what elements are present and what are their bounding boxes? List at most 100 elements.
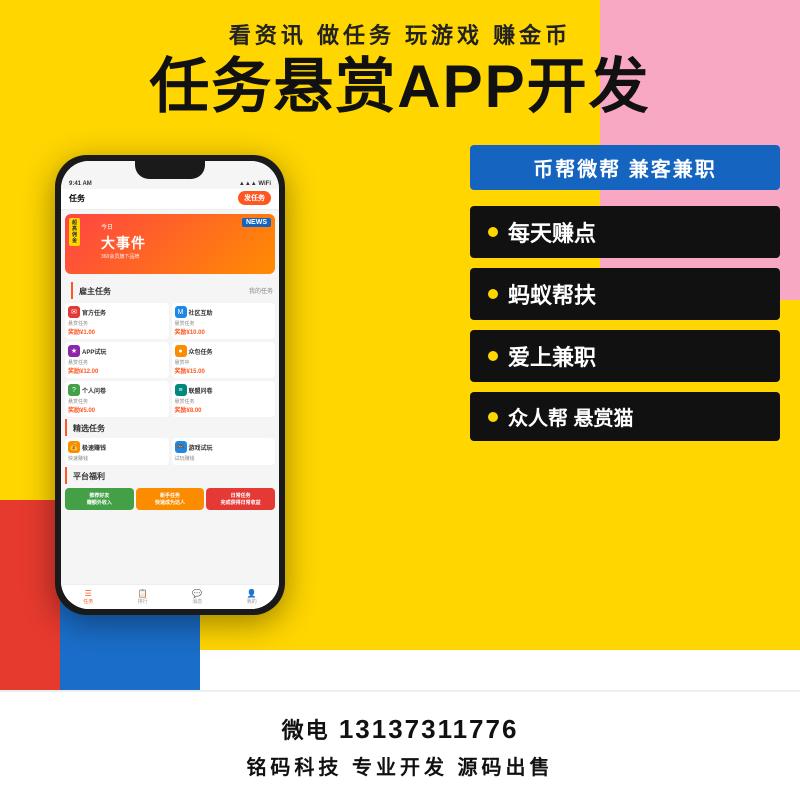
top-header: 看资讯 做任务 玩游戏 赚金币 任务悬赏APP开发 [0,0,800,120]
task-icon-6: ≡ [175,384,187,396]
selected-section-title: 精选任务 [65,419,275,436]
task-card-3[interactable]: ★ APP试玩 悬赏任务 奖励¥12.00 [65,342,169,378]
bottom-footer: 微电 13137311776 铭码科技 专业开发 源码出售 [0,690,800,800]
profile-nav-icon: 👤 [227,589,278,598]
platform-cards: 推荐好友赚额外收入 新手任务快速成为达人 日常任务完成获得日常收益 [65,488,275,510]
phone-bottom-nav: ☰ 任务 📋 排行 💬 消息 👤 我的 [61,584,279,609]
footer-phone-label: 微电 [282,718,330,743]
selected-task-1[interactable]: 💰 极速赚钱 快速赚钱 [65,438,169,465]
task-reward-6: 奖励¥8.00 [175,405,273,414]
nav-item-rank[interactable]: 📋 排行 [116,587,171,607]
selected-icon-1: 💰 [68,441,80,453]
platform-card-3[interactable]: 日常任务完成获得日常收益 [206,488,275,510]
task-sub-6: 悬赏任务 [175,398,273,405]
nav-item-msg[interactable]: 💬 消息 [170,587,225,607]
footer-phone-number: 13137311776 [339,714,519,744]
rank-nav-label: 排行 [138,599,148,605]
platform-card-label-1: 推荐好友赚额外收入 [67,492,132,506]
feature-label-3: 爱上兼职 [508,340,596,372]
dot-icon-3 [488,351,498,361]
feature-label-2: 蚂蚁帮扶 [508,278,596,310]
selected-icon-2: 🎮 [175,441,187,453]
selected-task-2[interactable]: 🎮 游戏试玩 试玩赚钱 [172,438,276,465]
phone-signal: ▲▲▲ WiFi [239,181,271,187]
nav-item-tasks[interactable]: ☰ 任务 [61,587,116,607]
tasks-nav-icon: ☰ [63,589,114,598]
task-title-1: 官方任务 [82,308,106,317]
task-reward-2: 奖励¥10.00 [175,327,273,336]
task-reward-5: 奖励¥5.00 [68,405,166,414]
subtitle-box: 币帮微帮 兼客兼职 [470,145,780,190]
task-reward-3: 奖励¥12.00 [68,366,166,375]
feature-item-2: 蚂蚁帮扶 [470,268,780,320]
employer-section-title: 雇主任务 [71,282,117,299]
selected-title-2: 游戏试玩 [189,443,213,452]
task-card-1[interactable]: ✉ 官方任务 悬赏任务 奖励¥1.00 [65,303,169,339]
platform-section-title: 平台福利 [65,467,275,484]
phone-post-button[interactable]: 发任务 [238,191,271,205]
banner-news-label: NEWS [242,218,271,227]
task-icon-2: M [175,306,187,318]
platform-card-2[interactable]: 新手任务快速成为达人 [136,488,205,510]
right-panel: 币帮微帮 兼客兼职 每天赚点 蚂蚁帮扶 爱上兼职 众人帮 悬赏猫 [470,145,780,451]
platform-section: 推荐好友赚额外收入 新手任务快速成为达人 日常任务完成获得日常收益 [61,486,279,512]
banner-big-text: 大事件 [101,233,267,253]
task-icon-4: ● [175,345,187,357]
banner-gold-badge: 超高佣金 [69,218,80,246]
phone-notch [135,161,205,179]
phone-screen: 9:41 AM ▲▲▲ WiFi 任务 发任务 超高佣金 NEWS 今日 [61,161,279,609]
tasks-nav-label: 任务 [83,599,93,605]
msg-nav-icon: 💬 [172,589,223,598]
phone-container: 9:41 AM ▲▲▲ WiFi 任务 发任务 超高佣金 NEWS 今日 [55,155,285,615]
msg-nav-label: 消息 [192,599,202,605]
task-grid: ✉ 官方任务 悬赏任务 奖励¥1.00 M 社区互助 [61,303,279,417]
banner-sub: 360会员旗下品牌 [101,253,267,260]
feature-item-1: 每天赚点 [470,206,780,258]
selected-sub-1: 快速赚钱 [68,455,166,462]
task-card-4[interactable]: ● 众包任务 悬赏中 奖励¥15.00 [172,342,276,378]
feature-label-4: 众人帮 悬赏猫 [508,402,634,431]
page-wrapper: 看资讯 做任务 玩游戏 赚金币 任务悬赏APP开发 币帮微帮 兼客兼职 每天赚点… [0,0,800,800]
tagline: 看资讯 做任务 玩游戏 赚金币 [0,18,800,50]
task-sub-4: 悬赏中 [175,359,273,366]
task-title-5: 个人问卷 [82,386,106,395]
task-title-2: 社区互助 [189,308,213,317]
selected-task-grid: 💰 极速赚钱 快速赚钱 🎮 游戏试玩 试玩赚钱 [61,438,279,465]
phone-time: 9:41 AM [69,181,92,187]
platform-card-label-2: 新手任务快速成为达人 [138,492,203,506]
dot-icon-4 [488,412,498,422]
task-title-6: 联盟问卷 [189,386,213,395]
feature-label-1: 每天赚点 [508,216,596,248]
profile-nav-label: 我的 [247,599,257,605]
task-icon-3: ★ [68,345,80,357]
task-sub-5: 悬赏任务 [68,398,166,405]
feature-item-4: 众人帮 悬赏猫 [470,392,780,441]
task-card-5[interactable]: ? 个人问卷 悬赏任务 奖励¥5.00 [65,381,169,417]
task-sub-2: 悬赏任务 [175,320,273,327]
task-icon-5: ? [68,384,80,396]
task-card-6[interactable]: ≡ 联盟问卷 悬赏任务 奖励¥8.00 [172,381,276,417]
task-sub-3: 悬赏任务 [68,359,166,366]
task-sub-1: 悬赏任务 [68,320,166,327]
selected-title-1: 极速赚钱 [82,443,106,452]
rank-nav-icon: 📋 [118,589,169,598]
task-reward-4: 奖励¥15.00 [175,366,273,375]
dot-icon-1 [488,227,498,237]
nav-item-profile[interactable]: 👤 我的 [225,587,280,607]
platform-card-label-3: 日常任务完成获得日常收益 [208,492,273,506]
task-icon-1: ✉ [68,306,80,318]
platform-card-1[interactable]: 推荐好友赚额外收入 [65,488,134,510]
task-title-4: 众包任务 [189,347,213,356]
my-tasks-label: 我的任务 [249,286,273,295]
footer-phone: 微电 13137311776 [282,713,519,745]
dot-icon-2 [488,289,498,299]
selected-sub-2: 试玩赚钱 [175,455,273,462]
phone-banner: 超高佣金 NEWS 今日 大事件 360会员旗下品牌 [65,214,275,274]
phone-nav-bar: 任务 发任务 [61,189,279,210]
task-card-2[interactable]: M 社区互助 悬赏任务 奖励¥10.00 [172,303,276,339]
phone-nav-title: 任务 [69,193,85,204]
phone-inner: 9:41 AM ▲▲▲ WiFi 任务 发任务 超高佣金 NEWS 今日 [61,161,279,609]
feature-item-3: 爱上兼职 [470,330,780,382]
footer-desc: 铭码科技 专业开发 源码出售 [246,751,553,780]
phone-outer: 9:41 AM ▲▲▲ WiFi 任务 发任务 超高佣金 NEWS 今日 [55,155,285,615]
